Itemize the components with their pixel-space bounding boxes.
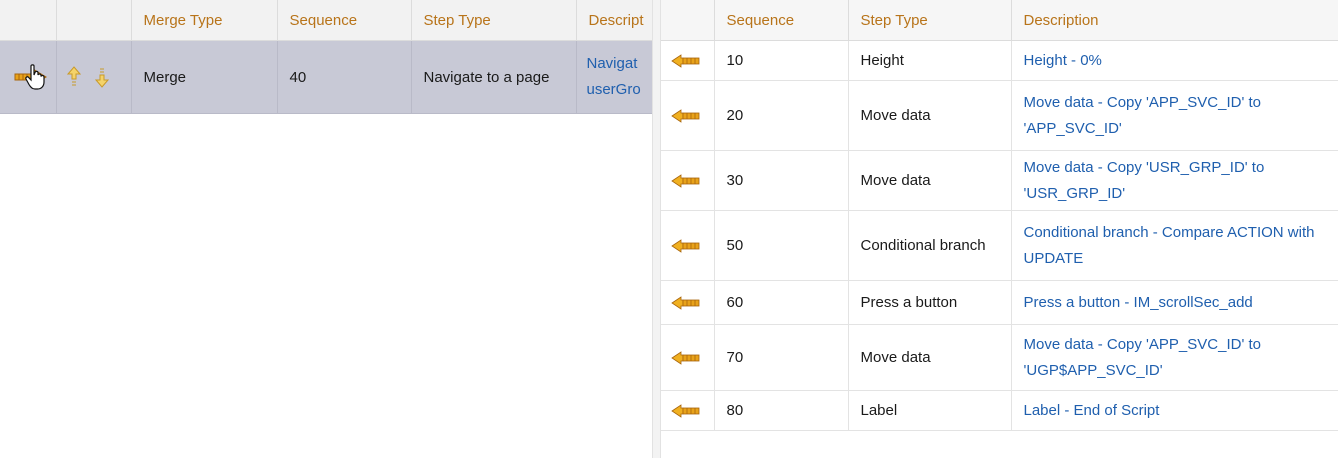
sequence-cell: 70 — [714, 324, 849, 391]
description-line-2[interactable]: userGro — [587, 77, 652, 103]
insert-cell[interactable] — [661, 280, 715, 325]
description-line-1[interactable]: Navigat — [587, 51, 652, 77]
steps-table-header: Sequence Step Type Description — [661, 0, 1338, 41]
step-type-cell: Move data — [848, 324, 1012, 391]
description-link[interactable]: Move data - Copy 'APP_SVC_ID' to 'UGP$AP… — [1011, 324, 1338, 391]
hand-pointer-cursor-icon — [25, 64, 45, 90]
description-cell[interactable]: Navigat userGro — [576, 40, 653, 114]
insert-left-arrow-icon[interactable] — [671, 109, 701, 123]
sequence-cell: 80 — [714, 390, 849, 431]
description-link[interactable]: Move data - Copy 'APP_SVC_ID' to 'APP_SV… — [1011, 80, 1338, 151]
table-row[interactable]: 10 Height Height - 0% — [661, 40, 1338, 81]
header-order-blank — [56, 0, 132, 41]
description-link[interactable]: Label - End of Script — [1011, 390, 1338, 431]
sequence-cell: 30 — [714, 150, 849, 211]
header-sequence[interactable]: Sequence — [714, 0, 849, 41]
description-link[interactable]: Move data - Copy 'USR_GRP_ID' to 'USR_GR… — [1011, 150, 1338, 211]
step-type-cell: Navigate to a page — [411, 40, 577, 114]
script-steps-table: Sequence Step Type Description 10 Height H… — [661, 0, 1338, 431]
table-row[interactable]: 80 Label Label - End of Script — [661, 390, 1338, 431]
script-steps-panel: Sequence Step Type Description 10 Height H… — [661, 0, 1338, 458]
description-link[interactable]: Conditional branch - Compare ACTION with… — [1011, 210, 1338, 281]
description-link[interactable]: Height - 0% — [1011, 40, 1338, 81]
header-insert-blank — [661, 0, 715, 41]
step-type-cell: Move data — [848, 80, 1012, 151]
header-step-type[interactable]: Step Type — [411, 0, 577, 41]
insert-cell[interactable] — [661, 210, 715, 281]
table-row[interactable]: 20 Move data Move data - Copy 'APP_SVC_ID'… — [661, 80, 1338, 151]
insert-left-arrow-icon[interactable] — [671, 174, 701, 188]
description-link[interactable]: Press a button - IM_scrollSec_add — [1011, 280, 1338, 325]
table-row-selected[interactable]: Merge 40 Navigate to a page Navigat user… — [0, 40, 653, 114]
header-move-blank — [0, 0, 57, 41]
sequence-cell: 40 — [277, 40, 412, 114]
sequence-cell: 20 — [714, 80, 849, 151]
step-type-cell: Move data — [848, 150, 1012, 211]
move-up-icon[interactable] — [66, 66, 81, 88]
header-description[interactable]: Description — [1011, 0, 1338, 41]
move-down-icon[interactable] — [94, 66, 109, 88]
steps-table-body: 10 Height Height - 0% 20 Move data Move data … — [661, 40, 1338, 431]
insert-left-arrow-icon[interactable] — [671, 351, 701, 365]
header-sequence[interactable]: Sequence — [277, 0, 412, 41]
order-cell — [56, 40, 132, 114]
insert-cell[interactable] — [661, 150, 715, 211]
header-description[interactable]: Descript — [576, 0, 653, 41]
table-row[interactable]: 70 Move data Move data - Copy 'APP_SVC_ID'… — [661, 324, 1338, 391]
panel-divider — [652, 0, 661, 458]
insert-cell[interactable] — [661, 324, 715, 391]
step-type-cell: Press a button — [848, 280, 1012, 325]
merge-type-cell: Merge — [131, 40, 278, 114]
merge-table-header: Merge Type Sequence Step Type Descript — [0, 0, 653, 41]
sequence-cell: 50 — [714, 210, 849, 281]
insert-cell[interactable] — [661, 40, 715, 81]
table-row[interactable]: 50 Conditional branch Conditional branch -… — [661, 210, 1338, 281]
insert-left-arrow-icon[interactable] — [671, 404, 701, 418]
table-row[interactable]: 60 Press a button Press a button - IM_scro… — [661, 280, 1338, 325]
header-merge-type[interactable]: Merge Type — [131, 0, 278, 41]
table-row[interactable]: 30 Move data Move data - Copy 'USR_GRP_ID'… — [661, 150, 1338, 211]
step-type-cell: Height — [848, 40, 1012, 81]
insert-cell[interactable] — [661, 80, 715, 151]
sequence-cell: 10 — [714, 40, 849, 81]
insert-left-arrow-icon[interactable] — [671, 239, 701, 253]
step-type-cell: Label — [848, 390, 1012, 431]
header-step-type[interactable]: Step Type — [848, 0, 1012, 41]
insert-cell[interactable] — [661, 390, 715, 431]
insert-left-arrow-icon[interactable] — [671, 54, 701, 68]
step-type-cell: Conditional branch — [848, 210, 1012, 281]
insert-left-arrow-icon[interactable] — [671, 296, 701, 310]
merge-panel: Merge Type Sequence Step Type Descript M… — [0, 0, 653, 458]
merge-table: Merge Type Sequence Step Type Descript M… — [0, 0, 653, 114]
sequence-cell: 60 — [714, 280, 849, 325]
